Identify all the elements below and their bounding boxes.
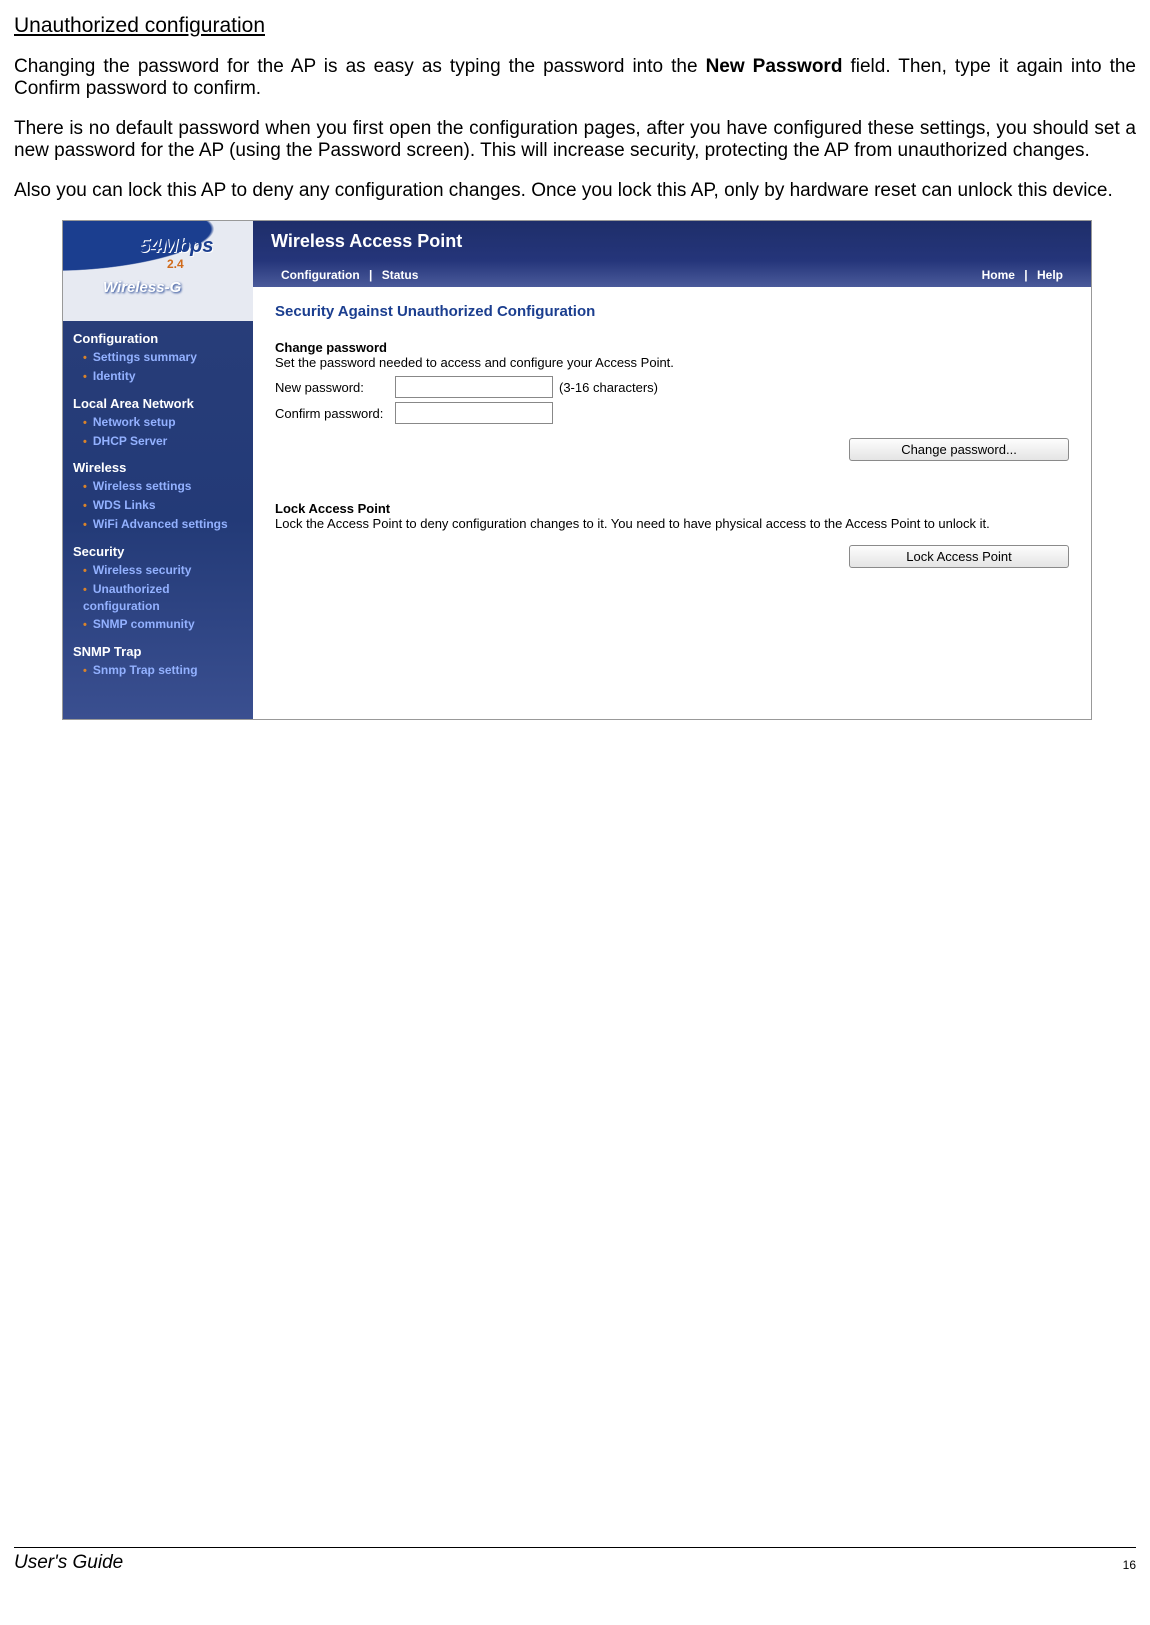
bullet-icon: • <box>83 371 87 383</box>
banner-link-help[interactable]: Help <box>1037 268 1063 282</box>
bullet-icon: • <box>83 665 87 677</box>
nav-group-security: Security <box>63 534 253 561</box>
banner-tab-configuration[interactable]: Configuration <box>281 268 360 282</box>
nav-item-settings-summary[interactable]: • Settings summary <box>63 348 253 367</box>
para1-part-a: Changing the password for the AP is as e… <box>14 56 706 77</box>
bullet-icon: • <box>83 584 87 596</box>
bullet-icon: • <box>83 481 87 493</box>
new-password-label: New password: <box>275 380 395 395</box>
bullet-icon: • <box>83 619 87 631</box>
page-footer: User's Guide 16 <box>14 1547 1136 1574</box>
nav-item-network-setup[interactable]: • Network setup <box>63 413 253 432</box>
nav-label: DHCP Server <box>93 434 167 448</box>
bullet-icon: • <box>83 519 87 531</box>
lock-access-point-button[interactable]: Lock Access Point <box>849 545 1069 568</box>
nav-label: Network setup <box>93 415 176 429</box>
separator: | <box>1024 268 1027 282</box>
nav-item-wds-links[interactable]: • WDS Links <box>63 496 253 515</box>
bullet-icon: • <box>83 436 87 448</box>
banner-link-home[interactable]: Home <box>982 268 1015 282</box>
footer-page-number: 16 <box>1123 1558 1136 1574</box>
bullet-icon: • <box>83 417 87 429</box>
separator: | <box>369 268 372 282</box>
nav-group-configuration: Configuration <box>63 321 253 348</box>
nav-label: Unauthorized configuration <box>83 582 170 613</box>
bullet-icon: • <box>83 500 87 512</box>
nav-label: Identity <box>93 369 136 383</box>
bullet-icon: • <box>83 352 87 364</box>
nav-item-wifi-advanced[interactable]: • WiFi Advanced settings <box>63 515 253 534</box>
paragraph-2: There is no default password when you fi… <box>14 118 1136 162</box>
nav-item-unauthorized-config[interactable]: •Unauthorized configuration <box>63 580 253 615</box>
top-banner: Wireless Access Point Configuration | St… <box>253 221 1091 287</box>
nav-label: Snmp Trap setting <box>93 663 198 677</box>
nav-item-snmp-community[interactable]: • SNMP community <box>63 615 253 634</box>
change-password-desc: Set the password needed to access and co… <box>275 355 1069 370</box>
paragraph-3: Also you can lock this AP to deny any co… <box>14 180 1136 202</box>
nav-label: Wireless settings <box>93 479 192 493</box>
product-logo: 54Mbps 2.4 Wireless-G <box>63 221 253 321</box>
logo-rate: 54Mbps <box>139 235 213 258</box>
password-hint: (3-16 characters) <box>559 380 658 395</box>
nav-item-wireless-settings[interactable]: • Wireless settings <box>63 477 253 496</box>
nav-item-snmp-trap-setting[interactable]: • Snmp Trap setting <box>63 661 253 680</box>
banner-title: Wireless Access Point <box>271 221 1091 252</box>
new-password-input[interactable] <box>395 376 553 398</box>
sidebar: 54Mbps 2.4 Wireless-G Configuration • Set… <box>63 221 253 719</box>
confirm-password-input[interactable] <box>395 402 553 424</box>
nav-item-wireless-security[interactable]: • Wireless security <box>63 561 253 580</box>
para1-bold: New Password <box>706 56 843 77</box>
footer-guide-label: User's Guide <box>14 1552 123 1574</box>
nav-label: WDS Links <box>93 498 156 512</box>
section-heading: Unauthorized configuration <box>14 14 1136 38</box>
logo-band: 2.4 <box>167 257 184 271</box>
config-screenshot: 54Mbps 2.4 Wireless-G Configuration • Set… <box>62 220 1092 720</box>
lock-ap-heading: Lock Access Point <box>275 501 1069 516</box>
change-password-heading: Change password <box>275 340 1069 355</box>
nav-group-wireless: Wireless <box>63 450 253 477</box>
nav-group-lan: Local Area Network <box>63 386 253 413</box>
banner-tab-status[interactable]: Status <box>382 268 419 282</box>
nav-label: WiFi Advanced settings <box>93 517 228 531</box>
nav-label: Settings summary <box>93 350 197 364</box>
lock-ap-desc: Lock the Access Point to deny configurat… <box>275 516 1069 531</box>
nav-item-dhcp-server[interactable]: • DHCP Server <box>63 432 253 451</box>
logo-brand: Wireless-G <box>103 279 181 296</box>
panel-title: Security Against Unauthorized Configurat… <box>275 303 1069 320</box>
bullet-icon: • <box>83 565 87 577</box>
nav-label: Wireless security <box>93 563 192 577</box>
paragraph-1: Changing the password for the AP is as e… <box>14 56 1136 100</box>
nav-label: SNMP community <box>93 617 195 631</box>
nav-group-snmp-trap: SNMP Trap <box>63 634 253 661</box>
change-password-button[interactable]: Change password... <box>849 438 1069 461</box>
confirm-password-label: Confirm password: <box>275 406 395 421</box>
nav-item-identity[interactable]: • Identity <box>63 367 253 386</box>
